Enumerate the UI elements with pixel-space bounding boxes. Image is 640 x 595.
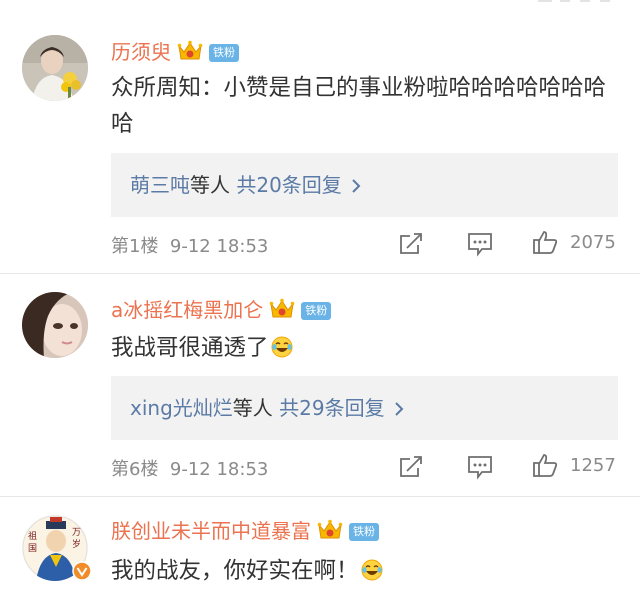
floor-number: 第1楼 <box>111 236 159 257</box>
username[interactable]: a冰摇红梅黑加仑 铁粉 <box>111 294 332 323</box>
reply-summary[interactable]: 萌三吨等人 共20条回复 <box>111 153 618 217</box>
chevron-right-icon <box>394 402 403 416</box>
reply-suffix: 等人 <box>232 396 273 420</box>
username-text[interactable]: a冰摇红梅黑加仑 <box>111 298 263 322</box>
chevron-right-icon <box>352 179 361 193</box>
reply-user-names[interactable]: xing光灿烂 <box>130 396 233 420</box>
avatar-text: 岁 <box>72 538 81 550</box>
comment-time: 9-12 18:53 <box>169 236 269 257</box>
laugh-cry-emoji-icon <box>361 559 383 581</box>
like-icon[interactable] <box>532 452 558 478</box>
username[interactable]: 朕创业未半而中道暴富 铁粉 <box>111 515 379 544</box>
username[interactable]: 历须臾 铁粉 <box>111 36 239 65</box>
crown-vip-icon <box>269 298 295 318</box>
repost-icon[interactable] <box>398 231 424 257</box>
username-text[interactable]: 朕创业未半而中道暴富 <box>111 519 311 543</box>
like-icon[interactable] <box>532 229 558 255</box>
comment-item: 祖 国 万 岁 朕创业未半而中道暴富 铁粉 我的战友，你好实在啊！ <box>0 497 640 595</box>
reply-user-names[interactable]: 萌三吨 <box>130 173 190 197</box>
reply-summary[interactable]: xing光灿烂等人 共29条回复 <box>111 376 618 440</box>
comment-text: 我的战友，你好实在啊！ <box>111 553 622 589</box>
comment-item: 历须臾 铁粉 众所周知：小赞是自己的事业粉啦哈哈哈哈哈哈哈哈 萌三吨等人 共20… <box>0 0 640 273</box>
fan-badge: 铁粉 <box>209 44 239 62</box>
avatar-text: 国 <box>28 543 37 554</box>
reply-suffix: 等人 <box>190 173 230 197</box>
avatar-text: 祖 <box>28 530 37 542</box>
comment-item: a冰摇红梅黑加仑 铁粉 我战哥很通透了 xing光灿烂等人 共29条回复 第6楼… <box>0 274 640 496</box>
reply-count-link[interactable]: 共20条回复 <box>236 173 341 197</box>
avatar[interactable] <box>22 292 88 358</box>
comment-meta: 第6楼 9-12 18:53 <box>111 455 268 481</box>
crown-vip-icon <box>317 519 343 539</box>
fan-badge: 铁粉 <box>349 523 379 541</box>
comment-icon[interactable] <box>467 454 493 480</box>
comment-meta: 第1楼 9-12 18:53 <box>111 232 268 258</box>
fan-badge: 铁粉 <box>301 302 332 320</box>
repost-icon[interactable] <box>398 454 424 480</box>
comment-time: 9-12 18:53 <box>169 459 269 480</box>
avatar-text: 万 <box>72 528 81 538</box>
laugh-cry-emoji-icon <box>271 336 293 358</box>
comment-icon[interactable] <box>467 231 493 257</box>
username-text[interactable]: 历须臾 <box>111 40 171 64</box>
verified-badge-icon <box>72 561 92 581</box>
comment-text-body: 我战哥很通透了 <box>111 335 269 361</box>
comment-text-body: 我的战友，你好实在啊！ <box>111 558 359 584</box>
avatar[interactable] <box>22 35 88 101</box>
floor-number: 第6楼 <box>111 459 159 480</box>
crown-vip-icon <box>177 40 203 60</box>
like-count: 2075 <box>570 232 616 253</box>
comment-text: 我战哥很通透了 <box>111 330 622 366</box>
comment-text: 众所周知：小赞是自己的事业粉啦哈哈哈哈哈哈哈哈 <box>111 75 607 137</box>
like-count: 1257 <box>570 455 616 476</box>
reply-count-link[interactable]: 共29条回复 <box>279 396 384 420</box>
